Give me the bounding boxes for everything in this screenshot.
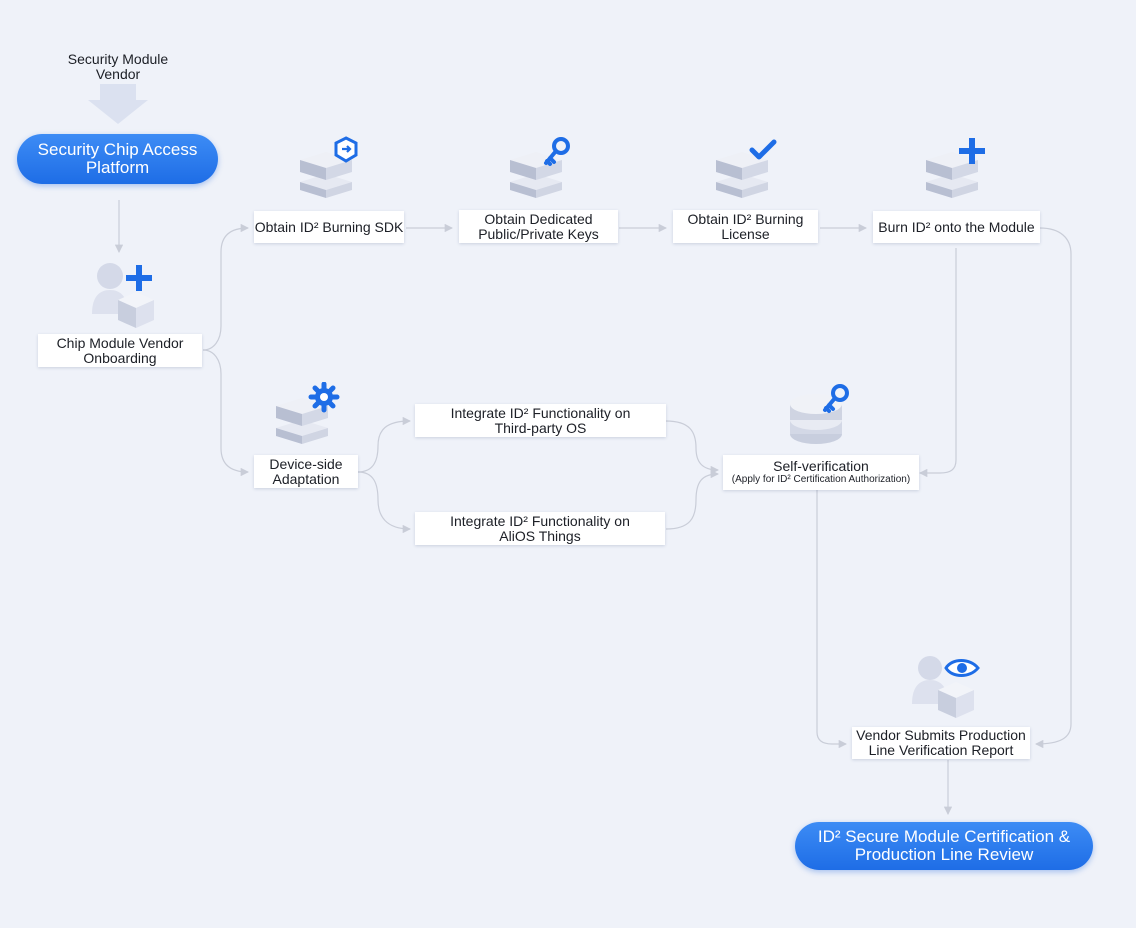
onboarding-node[interactable]: Chip Module Vendor Onboarding [38,334,202,367]
alios-line: Integrate ID² Functionality on [450,512,630,529]
connector-alios-selfverif [665,469,720,530]
connector-device-thirdparty [357,416,412,473]
device-line: Adaptation [272,470,340,487]
server-plus-icon [926,138,985,198]
selfverification-subline: (Apply for ID² Certification Authorizati… [731,474,911,485]
platform-pill[interactable]: Security Chip Access Platform [17,134,218,184]
connector-device-alios [357,471,412,534]
onboarding-line: Onboarding [83,349,157,366]
report-line: Vendor Submits Production [856,727,1026,743]
report-node[interactable]: Vendor Submits Production Line Verificat… [852,727,1030,759]
alios-line: AliOS Things [499,527,581,544]
database-key-icon [790,384,849,444]
license-line: License [721,225,770,242]
selfverification-node[interactable]: Self-verification (Apply for ID² Certifi… [723,455,919,490]
connector-burn-report [1034,227,1072,749]
platform-pill-line: Security Chip Access [37,140,198,159]
certification-pill[interactable]: ID² Secure Module Certification & Produc… [795,822,1093,870]
alios-node[interactable]: Integrate ID² Functionality on AliOS Thi… [415,512,665,545]
report-line: Line Verification Report [868,742,1014,758]
connector-thirdparty-selfverif [665,420,720,475]
selfverification-line: Self-verification [773,458,869,474]
thirdparty-line: Third-party OS [494,419,587,436]
device-line: Device-side [269,455,343,472]
thirdparty-node[interactable]: Integrate ID² Functionality on Third-par… [415,404,666,437]
certification-line: ID² Secure Module Certification & [817,827,1071,846]
add-user-icon [92,263,154,328]
keys-node[interactable]: Obtain Dedicated Public/Private Keys [459,210,618,243]
onboarding-line: Chip Module Vendor [56,334,184,351]
keys-line: Public/Private Keys [478,225,599,242]
flow-diagram: Security Module Vendor Security Chip Acc… [0,0,1136,928]
license-node[interactable]: Obtain ID² Burning License [673,210,818,243]
platform-pill-line: Platform [85,158,150,177]
keys-line: Obtain Dedicated [484,210,593,227]
vendor-label: Security Module Vendor [48,52,188,82]
burn-node[interactable]: Burn ID² onto the Module [873,211,1040,243]
vendor-label-line: Security Module [67,51,169,67]
certification-line: Production Line Review [854,845,1034,864]
burn-line: Burn ID² onto the Module [878,218,1035,235]
server-key-icon [510,137,570,198]
connector-selfverif-report [816,490,848,749]
server-check-icon [716,139,777,198]
user-eye-icon [912,656,980,718]
connector-burn-selfverif [918,248,957,478]
connector-onboarding-device [202,349,250,477]
sdk-line: Obtain ID² Burning SDK [254,218,404,235]
server-export-icon [300,136,358,198]
vendor-down-arrow [88,84,148,124]
device-node[interactable]: Device-side Adaptation [254,455,358,488]
connector-onboarding-sdk [202,223,250,351]
sdk-node[interactable]: Obtain ID² Burning SDK [254,211,404,243]
vendor-label-line: Vendor [95,66,141,82]
license-line: Obtain ID² Burning [687,210,804,227]
thirdparty-line: Integrate ID² Functionality on [450,404,631,421]
server-gear-icon [276,382,340,444]
